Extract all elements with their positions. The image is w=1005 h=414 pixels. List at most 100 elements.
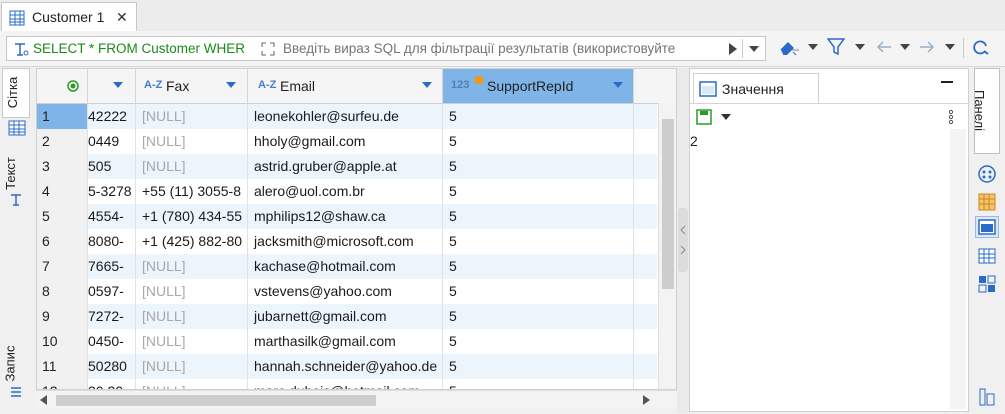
eraser-icon[interactable] — [778, 37, 800, 57]
cell-fax[interactable]: [NULL] — [136, 104, 248, 129]
table-row[interactable]: 4 5-3278 +55 (11) 3055-8 alero@uol.com.br 5 — [37, 179, 657, 204]
cell-fax[interactable]: +1 (780) 434-55 — [136, 204, 248, 229]
cell-rep[interactable]: 5 — [443, 104, 634, 129]
row-number[interactable]: 12 — [37, 379, 88, 389]
table-row[interactable]: 1220 30[NULL]marc.dubois@hotmail.com5 — [37, 379, 657, 389]
cell-fax[interactable]: [NULL] — [136, 379, 248, 389]
value-scrollbar[interactable] — [950, 129, 966, 409]
close-icon[interactable]: ✕ — [116, 9, 128, 26]
grouping-icon[interactable] — [977, 164, 997, 184]
tab-grid[interactable]: Сітка — [2, 68, 30, 118]
refresh-icon[interactable] — [971, 37, 991, 57]
expand-icon[interactable] — [260, 41, 276, 57]
row-number[interactable]: 9 — [37, 304, 88, 329]
references-icon[interactable] — [977, 274, 997, 294]
more-options-icon[interactable] — [948, 109, 954, 125]
cell-email[interactable]: leonekohler@surfeu.de — [248, 104, 443, 129]
cell-phone[interactable]: 50280 — [88, 354, 136, 379]
grid-icon[interactable] — [8, 120, 26, 136]
table-row[interactable]: 3 505 [NULL] astrid.gruber@apple.at 5 — [37, 154, 657, 179]
row-number[interactable]: 6 — [37, 229, 88, 254]
cell-phone[interactable]: 42222 — [88, 104, 136, 129]
cell-rep[interactable]: 5 — [443, 304, 634, 329]
row-number[interactable]: 11 — [37, 354, 88, 379]
scroll-thumb[interactable] — [662, 119, 674, 289]
cell-fax[interactable]: [NULL] — [136, 329, 248, 354]
cell-rep[interactable]: 5 — [443, 129, 634, 154]
tab-value[interactable]: Значення — [693, 73, 819, 103]
cell-phone[interactable]: -7665 — [88, 254, 136, 279]
horizontal-scrollbar[interactable] — [36, 390, 677, 409]
cell-fax[interactable]: [NULL] — [136, 129, 248, 154]
row-number[interactable]: 3 — [37, 154, 88, 179]
cell-email[interactable]: jacksmith@microsoft.com — [248, 229, 443, 254]
row-number[interactable]: 2 — [37, 129, 88, 154]
layout-icon[interactable] — [979, 388, 995, 406]
table-row[interactable]: 5 -4554 +1 (780) 434-55 mphilips12@shaw.ca 5 — [37, 204, 657, 229]
chevron-down-icon[interactable] — [900, 44, 910, 50]
row-number[interactable]: 4 — [37, 179, 88, 204]
sort-arrow-icon[interactable] — [226, 82, 236, 88]
back-arrow-icon[interactable] — [875, 37, 893, 57]
cell-phone[interactable]: 5-3278 — [88, 179, 136, 204]
text-icon[interactable] — [9, 193, 23, 207]
column-header-fax[interactable]: A-Z Fax — [136, 69, 248, 103]
value-view-icon[interactable] — [975, 216, 999, 238]
vertical-scrollbar[interactable] — [658, 103, 676, 389]
cell-email[interactable]: hannah.schneider@yahoo.de — [248, 354, 443, 379]
cell-phone[interactable]: 505 — [88, 154, 136, 179]
forward-arrow-icon[interactable] — [918, 37, 936, 57]
cell-rep[interactable]: 5 — [443, 154, 634, 179]
apply-filter-icon[interactable] — [728, 43, 738, 55]
chevron-down-icon[interactable] — [945, 44, 955, 50]
minimize-icon[interactable] — [941, 81, 953, 83]
row-number-header[interactable] — [37, 69, 88, 103]
table-row[interactable]: 8 -0597 [NULL] vstevens@yahoo.com 5 — [37, 279, 657, 304]
cell-rep[interactable]: 5 — [443, 229, 634, 254]
record-icon[interactable] — [9, 386, 23, 400]
cell-email[interactable]: vstevens@yahoo.com — [248, 279, 443, 304]
cell-phone[interactable]: -8080 — [88, 229, 136, 254]
filter-input[interactable] — [283, 39, 723, 58]
cell-rep[interactable]: 5 — [443, 379, 634, 389]
cell-phone[interactable]: -0597 — [88, 279, 136, 304]
table-row[interactable]: 7 -7665 [NULL] kachase@hotmail.com 5 — [37, 254, 657, 279]
table-row[interactable]: 2 0449 [NULL] hholy@gmail.com 5 — [37, 129, 657, 154]
cell-phone[interactable]: -0450 — [88, 329, 136, 354]
history-dropdown-icon[interactable] — [749, 46, 759, 52]
panel-splitter[interactable] — [677, 68, 689, 413]
cell-fax[interactable]: [NULL] — [136, 354, 248, 379]
cell-rep[interactable]: 5 — [443, 329, 634, 354]
filter-box[interactable]: SELECT * FROM Customer WHER — [6, 36, 766, 61]
cell-rep[interactable]: 5 — [443, 354, 634, 379]
table-row[interactable]: 6 -8080 +1 (425) 882-80 jacksmith@microsoft… — [37, 229, 657, 254]
row-number[interactable]: 5 — [37, 204, 88, 229]
row-number[interactable]: 1 — [37, 104, 88, 129]
cell-phone[interactable]: 0449 — [88, 129, 136, 154]
row-number[interactable]: 7 — [37, 254, 88, 279]
calc-icon[interactable] — [977, 192, 997, 212]
scroll-left-icon[interactable] — [40, 395, 48, 405]
save-icon[interactable] — [696, 109, 712, 125]
chevron-down-icon[interactable] — [808, 44, 818, 50]
splitter-handle[interactable] — [678, 208, 688, 272]
cell-email[interactable]: marc.dubois@hotmail.com — [248, 379, 443, 389]
table-row[interactable]: 1 42222 [NULL] leonekohler@surfeu.de 5 — [37, 104, 657, 129]
panels-toggle[interactable]: Панелі — [972, 68, 1000, 154]
column-header-supportrepid[interactable]: 123 SupportRepId — [443, 69, 634, 103]
cell-email[interactable]: jubarnett@gmail.com — [248, 304, 443, 329]
cell-fax[interactable]: +1 (425) 882-80 — [136, 229, 248, 254]
cell-phone[interactable]: -7272 — [88, 304, 136, 329]
cell-rep[interactable]: 5 — [443, 254, 634, 279]
cell-fax[interactable]: +55 (11) 3055-8 — [136, 179, 248, 204]
row-number[interactable]: 8 — [37, 279, 88, 304]
scroll-thumb[interactable] — [56, 395, 376, 406]
cell-email[interactable]: kachase@hotmail.com — [248, 254, 443, 279]
table-row[interactable]: 11 50280 [NULL] hannah.schneider@yahoo.de 5 — [37, 354, 657, 379]
tab-customer[interactable]: Customer 1 ✕ — [1, 2, 137, 31]
sort-arrow-icon[interactable] — [422, 82, 432, 88]
chevron-down-icon[interactable] — [721, 114, 731, 120]
cell-email[interactable]: alero@uol.com.br — [248, 179, 443, 204]
cell-fax[interactable]: [NULL] — [136, 254, 248, 279]
cell-fax[interactable]: [NULL] — [136, 154, 248, 179]
